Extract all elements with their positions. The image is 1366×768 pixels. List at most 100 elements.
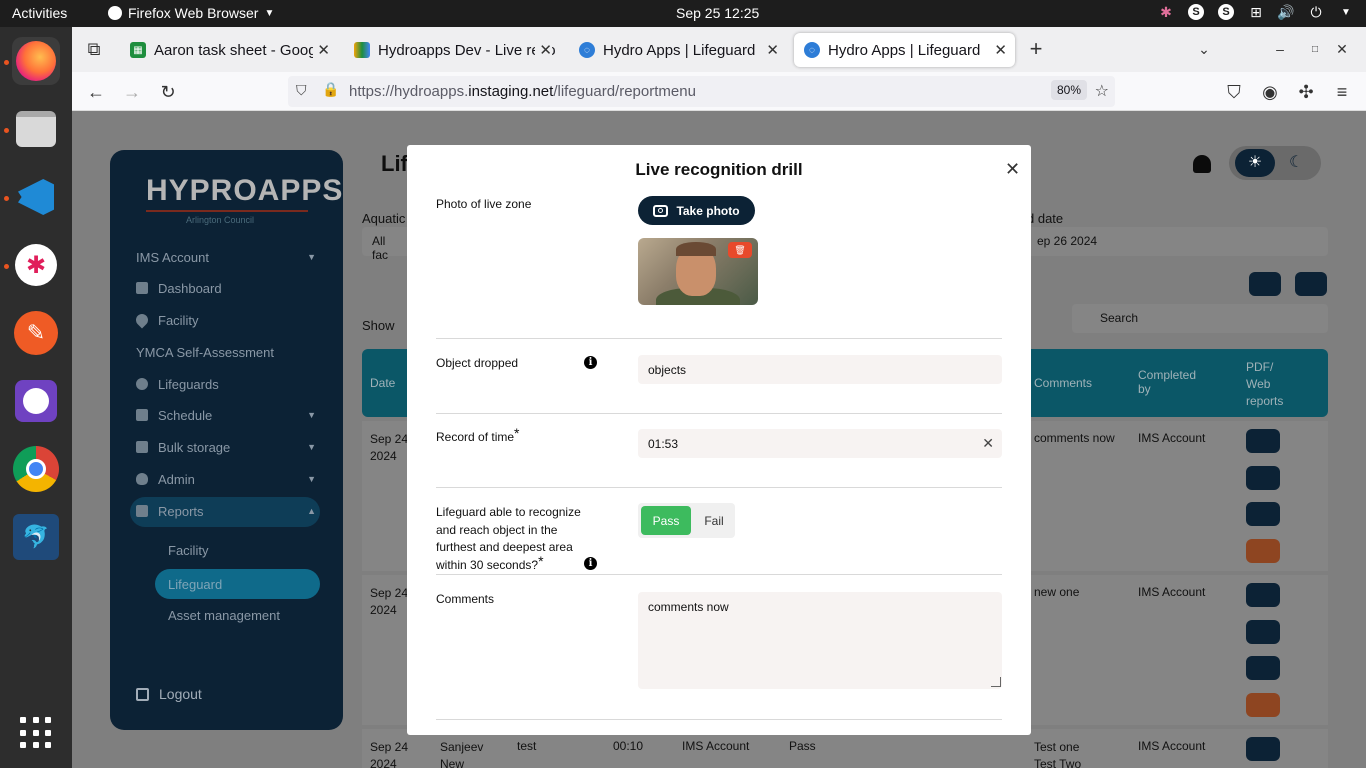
close-icon[interactable]: ✕ — [1005, 159, 1020, 180]
new-tab-icon[interactable]: + — [1024, 36, 1048, 61]
notification-bell-icon[interactable] — [1193, 155, 1211, 173]
clear-icon[interactable]: ✕ — [982, 435, 994, 452]
sidebar-item-admin[interactable]: Admin ▼ — [136, 469, 316, 489]
moon-icon[interactable]: ☾ — [1289, 152, 1303, 172]
firefox-icon[interactable] — [12, 37, 60, 85]
sidebar-subitem-lifeguard[interactable]: Lifeguard — [168, 574, 308, 594]
sidebar-subitem-facility[interactable]: Facility — [168, 540, 308, 560]
pdf-report-button[interactable] — [1246, 583, 1280, 607]
sidebar-item-bulk-storage[interactable]: Bulk storage ▼ — [136, 437, 316, 457]
pdf-report-button[interactable] — [1246, 737, 1280, 761]
edit-report-button[interactable] — [1246, 539, 1280, 563]
object-dropped-input[interactable]: objects — [638, 355, 1002, 384]
info-icon[interactable]: i — [584, 356, 597, 369]
sidebar-item-label: Schedule — [158, 407, 213, 423]
bookmark-star-icon[interactable]: ☆ — [1095, 81, 1109, 101]
reload-icon[interactable]: ↻ — [156, 80, 180, 104]
close-tab-icon[interactable]: ✕ — [762, 41, 779, 59]
tab-overview-icon[interactable]: ⧉ — [82, 37, 106, 61]
export-excel-button[interactable] — [1295, 272, 1327, 296]
sidebar-item-facility[interactable]: Facility — [133, 310, 316, 330]
column-completed-by[interactable]: Completed by — [1138, 368, 1208, 396]
close-window-icon[interactable]: ✕ — [1330, 37, 1354, 61]
lock-icon[interactable]: 🔒 — [322, 81, 339, 98]
lifebuoy-icon — [136, 378, 148, 390]
sidebar-item-dashboard[interactable]: Dashboard — [136, 278, 316, 298]
view-report-button[interactable] — [1246, 502, 1280, 526]
clock[interactable]: Sep 25 12:25 — [676, 5, 759, 21]
sidebar-item-ims-account[interactable]: IMS Account ▼ — [136, 247, 316, 267]
tab-label: Hydro Apps | Lifeguard — [828, 41, 981, 59]
excel-report-button[interactable] — [1246, 466, 1280, 490]
divider — [436, 719, 1002, 720]
list-all-tabs-icon[interactable]: ⌄ — [1192, 37, 1216, 61]
pocket-icon[interactable]: ⛉ — [1222, 80, 1246, 104]
excel-report-button[interactable] — [1246, 620, 1280, 644]
vscode-icon[interactable] — [12, 173, 60, 221]
slack-icon[interactable]: ✱ — [12, 241, 60, 289]
system-tray[interactable]: ✱ S S ⊞ 🔊 ⏻ ▼ — [1158, 4, 1354, 20]
url-text[interactable]: https://hydroapps.instaging.net/lifeguar… — [349, 83, 696, 100]
end-date-input[interactable]: ep 26 2024 — [1027, 227, 1328, 256]
column-pdf-web-reports[interactable]: PDF/ Web reports — [1246, 359, 1286, 410]
chevron-down-icon[interactable]: ▼ — [1338, 4, 1354, 20]
row-result: Pass — [789, 739, 816, 753]
take-photo-button[interactable]: Take photo — [638, 196, 755, 225]
trash-icon[interactable]: 🗑 — [728, 242, 752, 258]
back-icon[interactable]: ← — [84, 80, 108, 104]
close-tab-icon[interactable]: ✕ — [535, 41, 552, 59]
sidebar-item-schedule[interactable]: Schedule ▼ — [136, 405, 316, 425]
slack-tray-icon[interactable]: ✱ — [1158, 4, 1174, 20]
resize-handle[interactable] — [991, 677, 1001, 687]
sidebar-item-ymca-self-assessment[interactable]: YMCA Self-Assessment — [136, 342, 316, 362]
column-date[interactable]: Date — [370, 376, 395, 390]
files-icon[interactable] — [12, 105, 60, 153]
close-tab-icon[interactable]: ✕ — [990, 41, 1007, 59]
aquatic-select[interactable]: All fac — [362, 227, 412, 262]
logout-button[interactable]: Logout — [136, 686, 202, 702]
record-of-time-input[interactable]: 01:53 ✕ — [638, 429, 1002, 458]
info-icon[interactable]: i — [584, 557, 597, 570]
running-indicator — [4, 196, 9, 201]
mysql-workbench-icon[interactable]: 🐬 — [12, 513, 60, 561]
view-report-button[interactable] — [1246, 656, 1280, 680]
sidebar-item-reports[interactable]: Reports ▲ — [136, 501, 316, 521]
maximize-icon[interactable]: □ — [1303, 37, 1327, 61]
account-icon[interactable]: ◉ — [1258, 80, 1282, 104]
activities-button[interactable]: Activities — [12, 5, 67, 21]
tab-aaron-task-sheet[interactable]: ▦ Aaron task sheet - Google ✕ — [120, 33, 338, 67]
close-tab-icon[interactable]: ✕ — [313, 41, 330, 59]
sidebar-subitem-asset-management[interactable]: Asset management — [168, 605, 328, 625]
skype-tray-icon[interactable]: S — [1188, 4, 1204, 20]
tab-hydroapps-dev[interactable]: Hydroapps Dev - Live reco ✕ — [344, 33, 560, 67]
skype-tray-icon-2[interactable]: S — [1218, 4, 1234, 20]
github-desktop-icon[interactable] — [12, 377, 60, 425]
table-search-input[interactable]: Search — [1072, 304, 1328, 333]
theme-toggle[interactable]: ☀ ☾ — [1229, 146, 1321, 180]
sidebar-item-lifeguards[interactable]: Lifeguards — [136, 374, 316, 394]
minimize-icon[interactable]: – — [1268, 37, 1292, 61]
tab-hydro-apps-lifeguard-active[interactable]: ◌ Hydro Apps | Lifeguard ✕ — [794, 33, 1015, 67]
extensions-icon[interactable]: ✣ — [1294, 80, 1318, 104]
column-comments[interactable]: Comments — [1034, 376, 1092, 390]
network-icon[interactable]: ⊞ — [1248, 4, 1264, 20]
tab-hydro-apps-lifeguard[interactable]: ◌ Hydro Apps | Lifeguard ✕ — [569, 33, 787, 67]
app-grid-icon[interactable] — [20, 717, 52, 749]
url-bar[interactable]: ⛉ 🔒 https://hydroapps.instaging.net/life… — [288, 76, 1115, 107]
shield-icon[interactable]: ⛉ — [296, 82, 307, 99]
chrome-icon[interactable] — [12, 445, 60, 493]
fail-button[interactable]: Fail — [696, 506, 732, 535]
comments-textarea[interactable]: comments now — [638, 592, 1002, 689]
pass-button[interactable]: Pass — [641, 506, 691, 535]
sun-icon[interactable]: ☀ — [1235, 149, 1275, 177]
pdf-report-button[interactable] — [1246, 429, 1280, 453]
postman-icon[interactable]: ✎ — [12, 309, 60, 357]
edit-report-button[interactable] — [1246, 693, 1280, 717]
volume-icon[interactable]: 🔊 — [1277, 4, 1294, 20]
zoom-level[interactable]: 80% — [1050, 80, 1087, 100]
app-menu[interactable]: Firefox Web Browser ▼ — [108, 5, 274, 21]
export-pdf-button[interactable] — [1249, 272, 1281, 296]
power-icon[interactable]: ⏻ — [1308, 4, 1324, 20]
menu-icon[interactable]: ≡ — [1330, 80, 1354, 104]
forward-icon[interactable]: → — [120, 80, 144, 104]
